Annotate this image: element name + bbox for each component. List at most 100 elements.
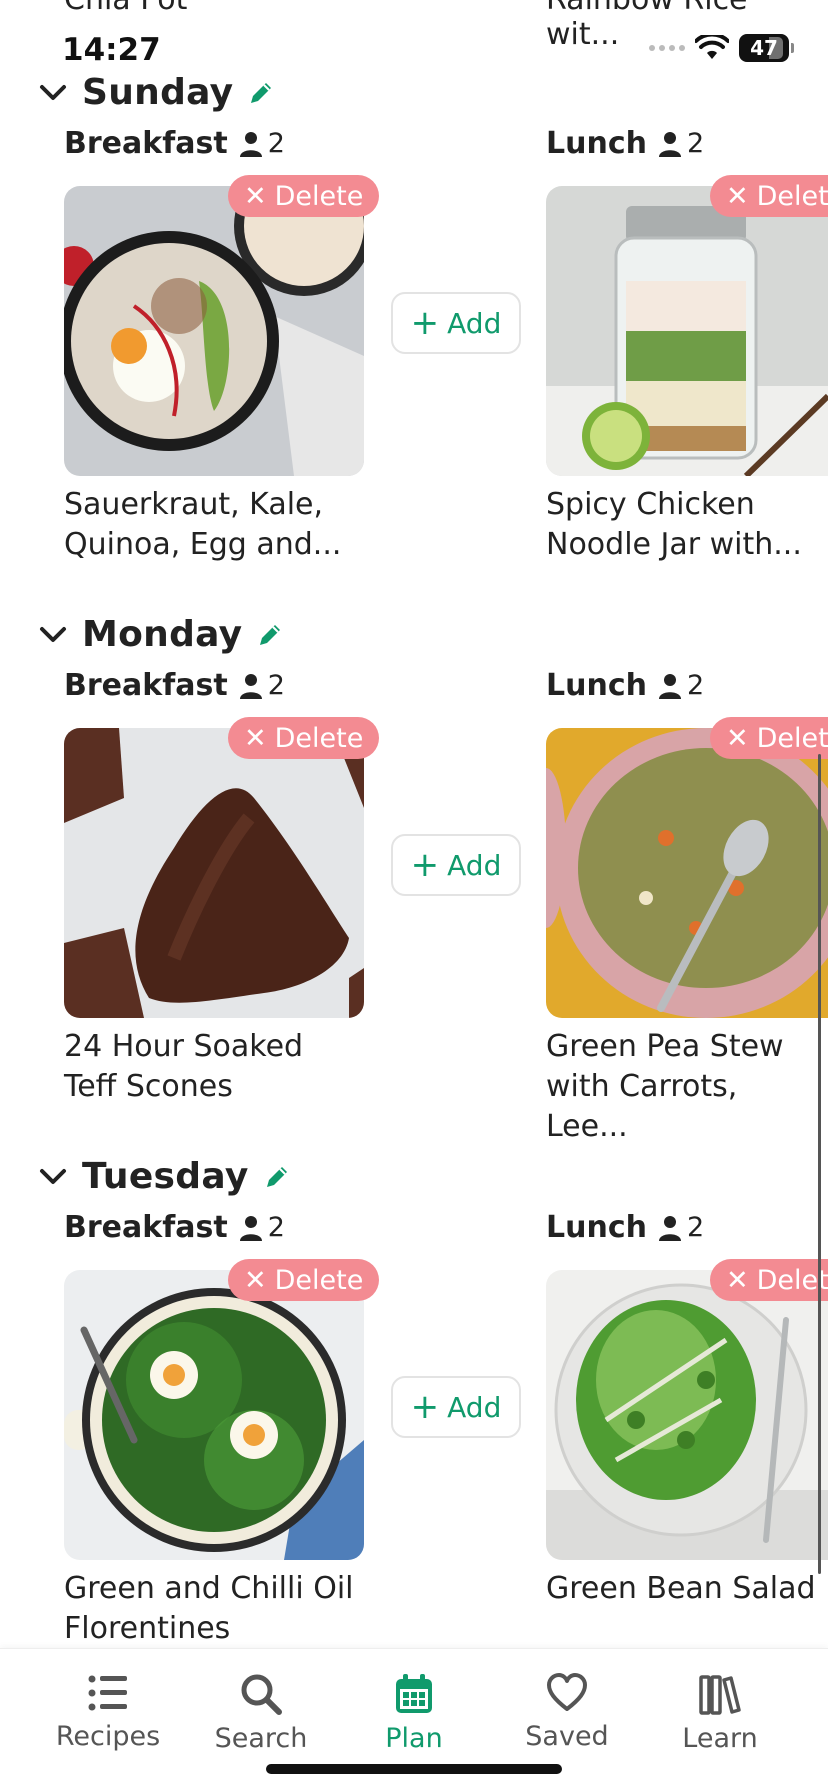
battery-icon: 47 [739, 34, 789, 62]
tab-label: Search [214, 1723, 308, 1754]
servings-count[interactable]: 2 [239, 1212, 285, 1243]
chevron-down-icon[interactable] [38, 625, 68, 645]
pencil-icon[interactable] [256, 621, 284, 649]
servings-count[interactable]: 2 [658, 1212, 704, 1243]
add-meal-button[interactable]: + Add [391, 292, 521, 354]
plus-icon: + [410, 1387, 440, 1427]
meal-header-lunch: Lunch 2 [546, 126, 704, 161]
meal-header-breakfast: Breakfast 2 [64, 1210, 285, 1245]
meal-label: Lunch [546, 668, 647, 703]
recipe-title[interactable]: 24 Hour Soaked Teff Scones [64, 1027, 364, 1107]
tab-saved[interactable]: Saved [497, 1673, 637, 1752]
calendar-icon [396, 1674, 432, 1713]
servings-count[interactable]: 2 [658, 128, 705, 159]
delete-button[interactable]: ✕ Delete [228, 1259, 380, 1301]
recipe-title[interactable]: Spicy Chicken Noodle Jar with... [546, 485, 828, 565]
day-title: Sunday [82, 72, 234, 113]
close-icon: ✕ [244, 722, 267, 754]
add-label: Add [447, 1390, 502, 1424]
recipe-title-line: Green Pea Stew [546, 1029, 784, 1064]
recipe-title-line: Spicy Chicken [546, 487, 755, 522]
meal-label: Breakfast [64, 126, 228, 161]
tab-plan[interactable]: Plan [344, 1673, 484, 1754]
servings-count[interactable]: 2 [658, 670, 704, 701]
search-icon [241, 1674, 282, 1715]
cellular-signal-icon [649, 45, 685, 51]
meal-header-breakfast: Breakfast 2 [64, 126, 285, 161]
person-icon [658, 1215, 681, 1241]
pencil-icon[interactable] [263, 1163, 291, 1191]
tab-label: Saved [525, 1721, 609, 1752]
add-meal-button[interactable]: + Add [391, 834, 521, 896]
servings-value: 2 [686, 128, 705, 159]
delete-button[interactable]: ✕ Delete [710, 1259, 828, 1301]
close-icon: ✕ [244, 180, 267, 212]
scroll-indicator[interactable] [818, 754, 821, 1574]
recipe-image[interactable] [64, 728, 364, 1018]
recipe-title-line: with Carrots, Lee... [546, 1069, 738, 1144]
meal-header-breakfast: Breakfast 2 [64, 668, 285, 703]
person-icon [239, 1215, 262, 1241]
meal-header-lunch: Lunch 2 [546, 668, 704, 703]
servings-value: 2 [267, 1212, 285, 1243]
servings-value: 2 [267, 128, 285, 159]
person-icon [239, 131, 262, 157]
delete-label: Delete [274, 722, 364, 754]
recipe-image[interactable] [546, 728, 828, 1018]
delete-label: Delete [274, 1264, 364, 1296]
status-icons: 47 [649, 34, 794, 62]
recipe-title[interactable]: Green and Chilli Oil Florentines [64, 1569, 364, 1649]
chevron-down-icon[interactable] [38, 83, 68, 103]
recipe-image[interactable] [546, 186, 828, 476]
day-header-monday[interactable]: Monday [38, 614, 284, 655]
battery-level: 47 [750, 36, 778, 60]
recipe-title-line: Quinoa, Egg and... [64, 527, 342, 562]
recipe-title-line: Green and Chilli Oil [64, 1571, 354, 1606]
heart-icon [547, 1673, 587, 1711]
previous-recipe-title-left[interactable]: Chia Pot [64, 0, 187, 17]
recipe-title-line: Noodle Jar with... [546, 527, 802, 562]
delete-label: Delete [756, 180, 828, 212]
person-icon [658, 673, 681, 699]
wifi-icon [695, 35, 729, 59]
add-label: Add [447, 306, 502, 340]
recipe-image[interactable] [64, 1270, 364, 1560]
recipe-title[interactable]: Green Pea Stew with Carrots, Lee... [546, 1027, 828, 1147]
delete-label: Delete [274, 180, 364, 212]
add-meal-button[interactable]: + Add [391, 1376, 521, 1438]
recipe-title-line: Teff Scones [64, 1069, 233, 1104]
tab-search[interactable]: Search [191, 1673, 331, 1754]
day-header-tuesday[interactable]: Tuesday [38, 1156, 291, 1197]
delete-button[interactable]: ✕ Delete [710, 175, 828, 217]
tab-label: Recipes [55, 1721, 161, 1752]
delete-button[interactable]: ✕ Delete [228, 717, 380, 759]
servings-count[interactable]: 2 [239, 128, 285, 159]
list-icon [88, 1675, 127, 1711]
day-header-sunday[interactable]: Sunday [38, 72, 275, 113]
tab-learn[interactable]: Learn [650, 1673, 790, 1754]
recipe-image[interactable] [64, 186, 364, 476]
delete-button[interactable]: ✕ Delete [228, 175, 380, 217]
meal-header-lunch: Lunch 2 [546, 1210, 704, 1245]
recipe-title-line: Green Bean Salad [546, 1571, 816, 1606]
person-icon [658, 131, 681, 157]
recipe-title-line: Sauerkraut, Kale, [64, 487, 324, 522]
home-indicator [266, 1764, 562, 1774]
close-icon: ✕ [726, 180, 749, 212]
day-title: Tuesday [82, 1156, 249, 1197]
tab-label: Plan [385, 1723, 443, 1754]
tab-recipes[interactable]: Recipes [38, 1673, 178, 1752]
recipe-title-line: 24 Hour Soaked [64, 1029, 304, 1064]
status-time: 14:27 [62, 32, 161, 68]
delete-button[interactable]: ✕ Delete [710, 717, 828, 759]
recipe-title[interactable]: Green Bean Salad [546, 1569, 828, 1609]
pencil-icon[interactable] [247, 79, 275, 107]
chevron-down-icon[interactable] [38, 1167, 68, 1187]
servings-count[interactable]: 2 [239, 670, 285, 701]
close-icon: ✕ [726, 722, 749, 754]
recipe-title[interactable]: Sauerkraut, Kale, Quinoa, Egg and... [64, 485, 364, 565]
recipe-title-line: Florentines [64, 1611, 231, 1646]
person-icon [239, 673, 262, 699]
recipe-image[interactable] [546, 1270, 828, 1560]
day-title: Monday [82, 614, 243, 655]
